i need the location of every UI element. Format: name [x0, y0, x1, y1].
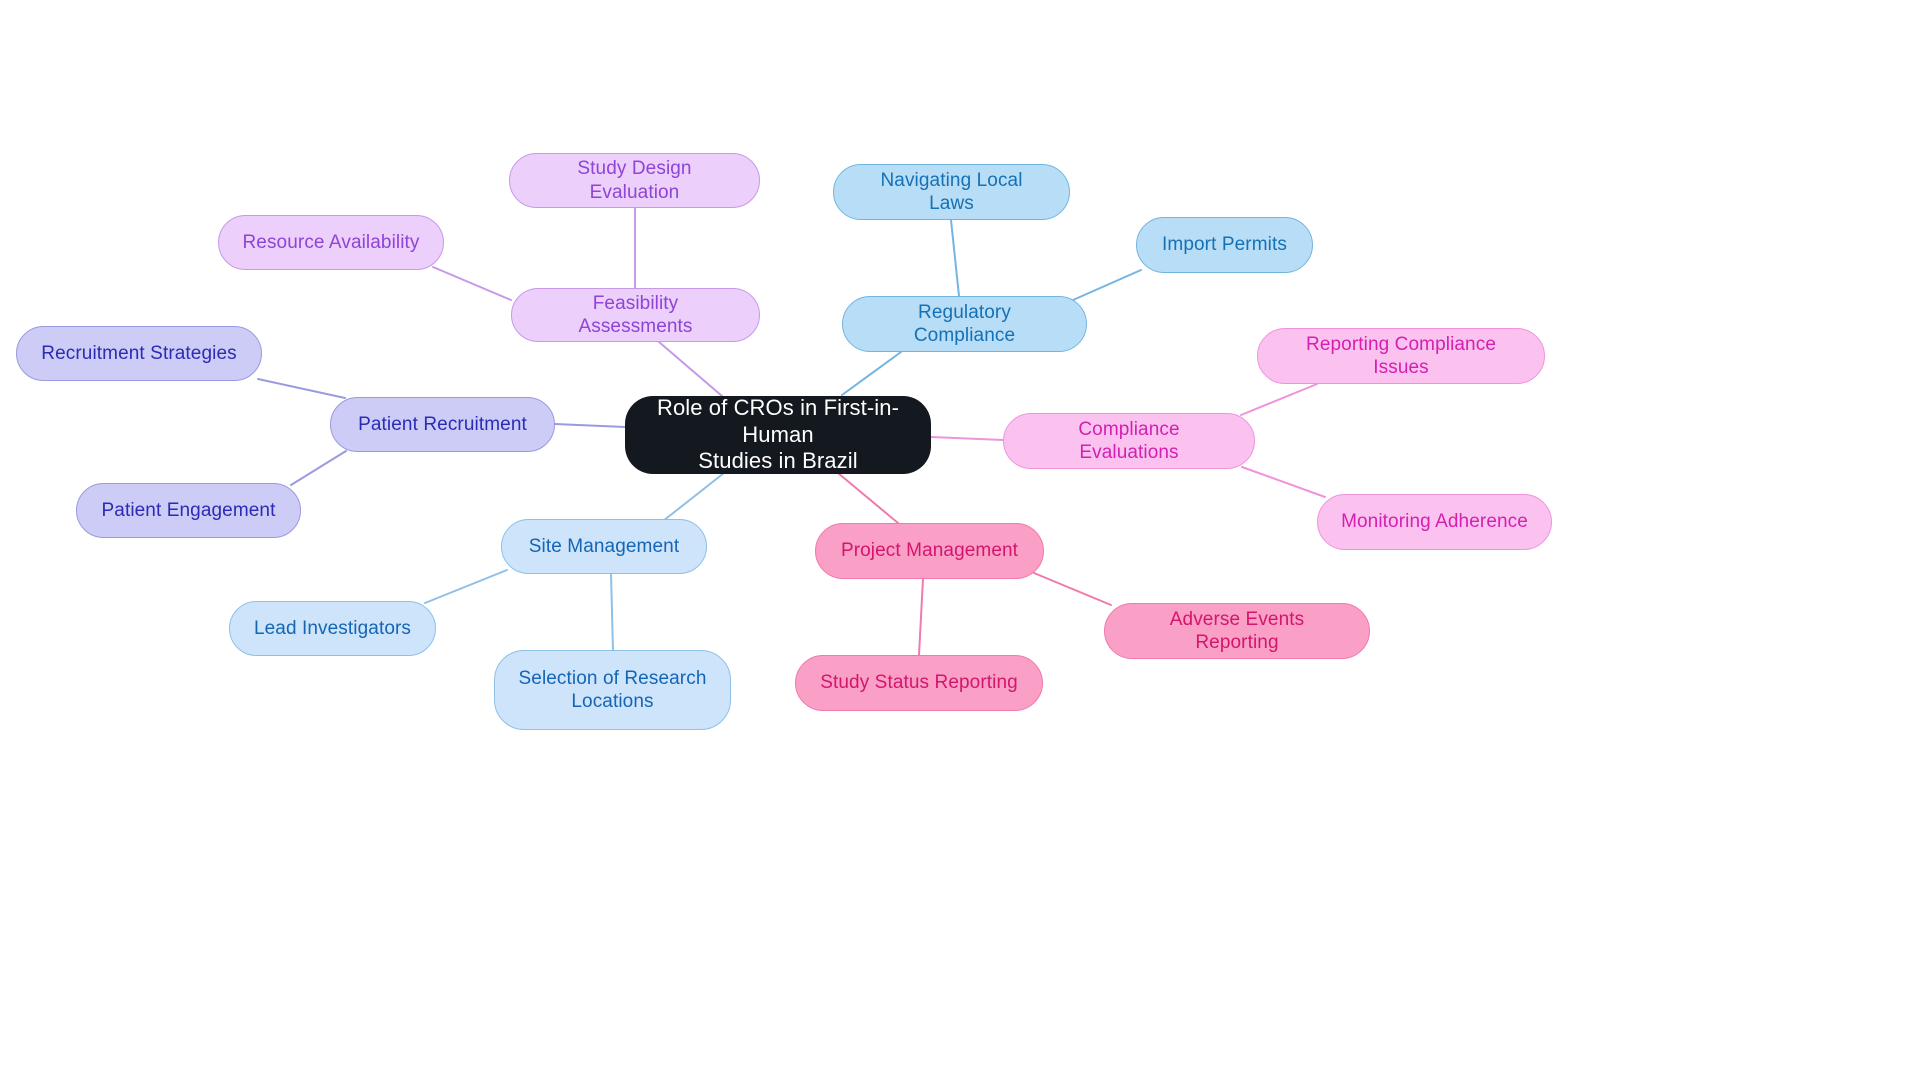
leaf-node-selection-of-research-locations[interactable]: Selection of Research Locations [494, 650, 731, 730]
edge-feasibility-resource [432, 266, 512, 301]
node-label: Reporting Compliance Issues [1306, 333, 1496, 378]
node-label: Project Management [840, 540, 1019, 562]
edge-site-lead-investigators [424, 569, 508, 604]
mindmap-canvas: Role of CROs in First-in-Human Studies i… [0, 0, 1920, 1083]
node-label: Site Management [528, 535, 680, 557]
leaf-node-patient-engagement[interactable]: Patient Engagement [76, 483, 301, 538]
branch-node-patient-recruitment[interactable]: Patient Recruitment [330, 397, 555, 452]
leaf-node-monitoring-adherence[interactable]: Monitoring Adherence [1317, 494, 1552, 550]
node-label: Navigating Local Laws [880, 169, 1023, 214]
leaf-node-resource-availability[interactable]: Resource Availability [218, 215, 444, 270]
edge-root-feasibility [658, 341, 723, 397]
leaf-node-recruitment-strategies[interactable]: Recruitment Strategies [16, 326, 262, 381]
edge-root-patient-recruitment [554, 423, 626, 428]
edge-site-selection-locations [610, 573, 614, 651]
leaf-node-navigating-local-laws[interactable]: Navigating Local Laws [833, 164, 1070, 220]
edge-regulatory-navigating-laws [950, 219, 960, 297]
node-label: Resource Availability [242, 231, 420, 253]
node-label: Study Status Reporting [820, 672, 1018, 694]
leaf-node-study-design-evaluation[interactable]: Study Design Evaluation [509, 153, 760, 208]
node-label: Import Permits [1162, 234, 1287, 256]
edge-regulatory-import-permits [1072, 269, 1142, 301]
node-label: Lead Investigators [253, 617, 412, 639]
edge-compliance-monitoring [1241, 466, 1326, 498]
branch-node-site-management[interactable]: Site Management [501, 519, 707, 574]
edge-project-adverse-events [1033, 572, 1112, 606]
branch-node-project-management[interactable]: Project Management [815, 523, 1044, 579]
leaf-node-lead-investigators[interactable]: Lead Investigators [229, 601, 436, 656]
leaf-node-adverse-events-reporting[interactable]: Adverse Events Reporting [1104, 603, 1370, 659]
leaf-node-study-status-reporting[interactable]: Study Status Reporting [795, 655, 1043, 711]
edge-patient-recruitment-engagement [290, 450, 347, 486]
node-label: Monitoring Adherence [1341, 511, 1528, 533]
node-label: Patient Recruitment [358, 413, 527, 435]
node-label: Role of CROs in First-in-Human Studies i… [656, 394, 900, 474]
node-label: Feasibility Assessments [578, 292, 693, 337]
branch-node-feasibility-assessments[interactable]: Feasibility Assessments [511, 288, 760, 342]
branch-node-compliance-evaluations[interactable]: Compliance Evaluations [1003, 413, 1255, 469]
node-label: Recruitment Strategies [41, 342, 237, 364]
node-label: Study Design Evaluation [577, 158, 692, 203]
node-label: Adverse Events Reporting [1169, 608, 1305, 653]
root-node-root[interactable]: Role of CROs in First-in-Human Studies i… [625, 394, 931, 474]
edge-patient-recruitment-strategies [257, 378, 346, 399]
edge-root-site-management [662, 472, 725, 522]
edge-root-regulatory [841, 351, 902, 396]
edge-project-study-status [918, 578, 924, 656]
edge-root-project-management [837, 472, 899, 524]
node-label: Patient Engagement [101, 499, 276, 521]
node-label: Regulatory Compliance [913, 301, 1016, 346]
node-label: Selection of Research Locations [518, 667, 707, 712]
branch-node-regulatory-compliance[interactable]: Regulatory Compliance [842, 296, 1087, 352]
node-label: Compliance Evaluations [1078, 418, 1180, 463]
leaf-node-reporting-compliance-issues[interactable]: Reporting Compliance Issues [1257, 328, 1545, 384]
edge-compliance-reporting-issues [1240, 383, 1318, 416]
edge-root-compliance-evaluations [930, 436, 1004, 441]
leaf-node-import-permits[interactable]: Import Permits [1136, 217, 1313, 273]
